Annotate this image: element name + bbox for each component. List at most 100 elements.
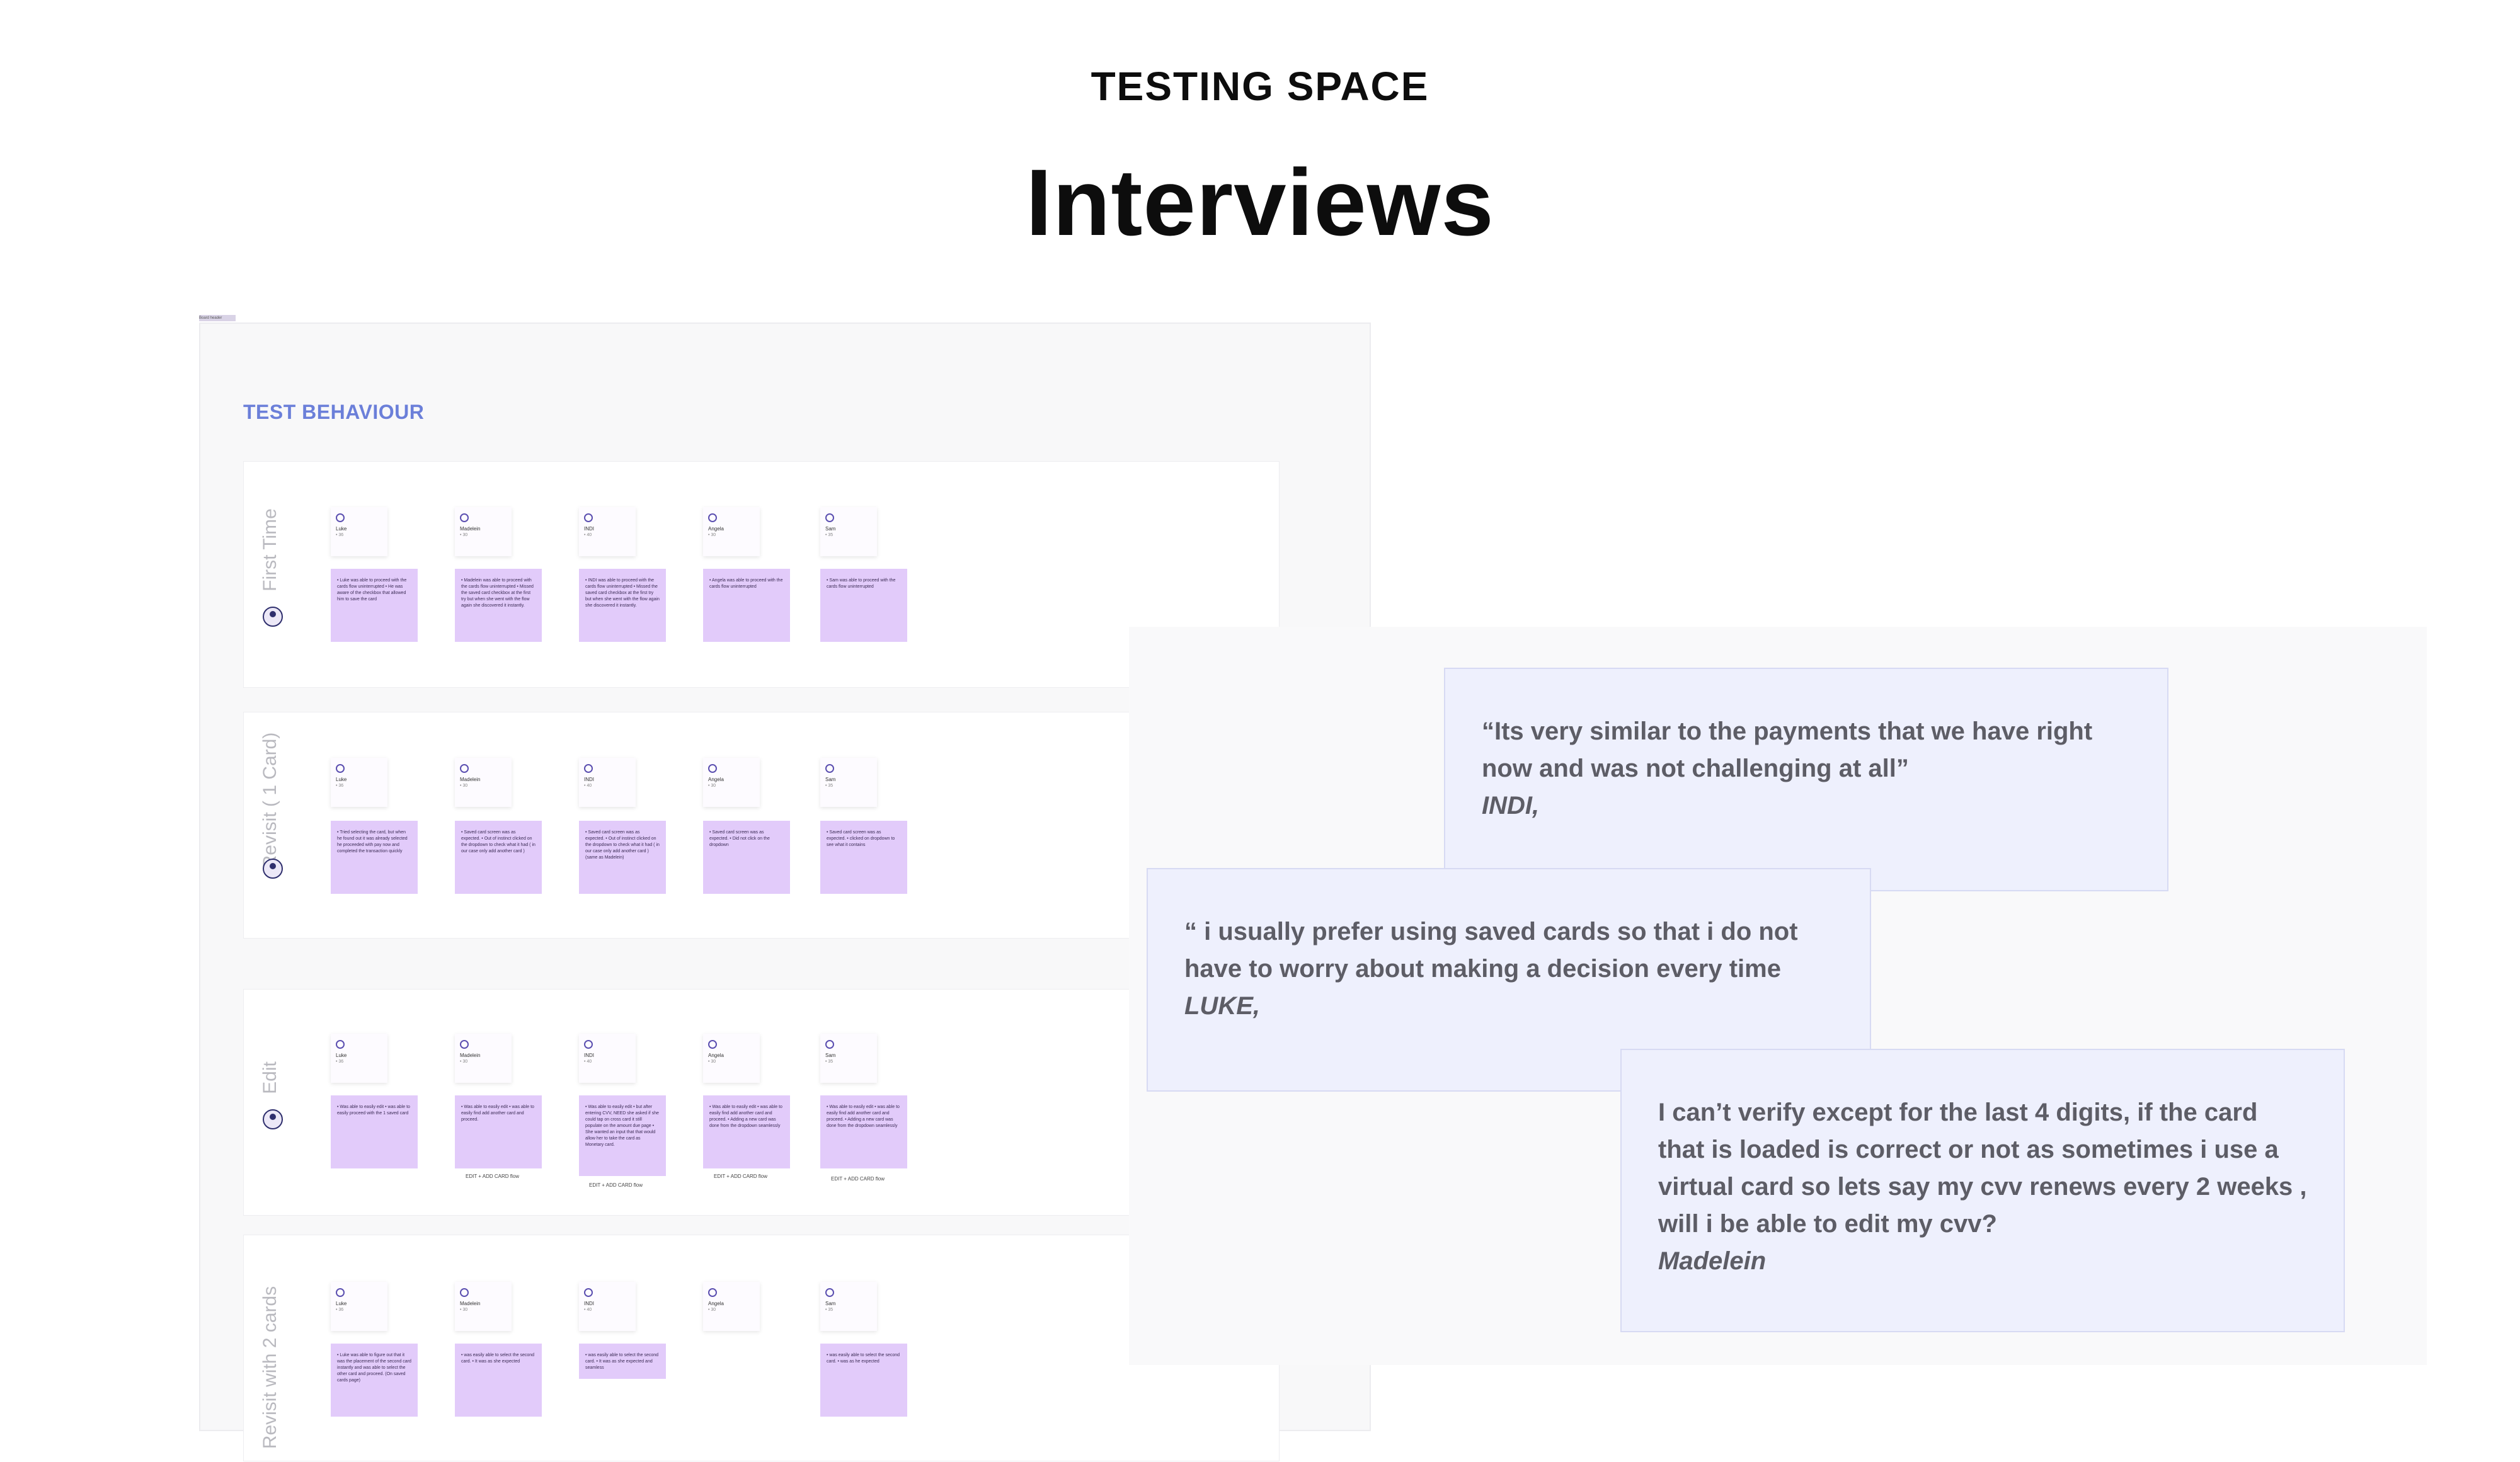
participant-name: INDI (584, 1301, 594, 1306)
participant-age: • 36 (336, 533, 344, 537)
participant-age: • 35 (825, 784, 833, 788)
sticky-note[interactable]: • Was able to easily edit • was able to … (820, 1095, 907, 1168)
participant-name: Sam (825, 1053, 836, 1058)
participant-name: Luke (336, 526, 347, 532)
participant-card[interactable]: Madelein • 30 (455, 1282, 512, 1331)
participant-card[interactable]: Luke • 36 (331, 758, 387, 807)
sticky-note[interactable]: • Tried selecting the card, but when he … (331, 821, 418, 894)
participant-name: Madelein (460, 777, 481, 782)
participant-name: INDI (584, 526, 594, 532)
participant-card[interactable]: INDI • 40 (579, 1282, 636, 1331)
participant-age: • 36 (336, 1308, 344, 1312)
flow-label: EDIT + ADD CARD flow (589, 1182, 643, 1188)
quote-text: “ i usually prefer using saved cards so … (1184, 918, 1798, 983)
participant-name: Madelein (460, 526, 481, 532)
sticky-note[interactable]: • Was able to easily edit • was able to … (703, 1095, 790, 1168)
user-icon (460, 764, 469, 773)
board-tag[interactable]: Board header (199, 315, 236, 321)
avatar-icon (263, 607, 283, 627)
user-icon (584, 764, 593, 773)
sticky-note[interactable]: • Saved card screen was as expected. • c… (820, 821, 907, 894)
participant-name: Sam (825, 777, 836, 782)
participant-card[interactable]: Madelein • 30 (455, 1034, 512, 1083)
user-icon (584, 1040, 593, 1049)
participant-name: INDI (584, 1053, 594, 1058)
user-icon (460, 513, 469, 522)
participant-card[interactable]: Angela • 30 (703, 1282, 760, 1331)
participant-card[interactable]: INDI • 40 (579, 1034, 636, 1083)
sticky-note[interactable]: • Saved card screen was as expected. • D… (703, 821, 790, 894)
participant-card[interactable]: Madelein • 30 (455, 758, 512, 807)
participant-age: • 30 (460, 1059, 468, 1064)
sticky-note[interactable]: • Luke was able to proceed with the card… (331, 569, 418, 642)
user-icon (584, 1288, 593, 1297)
participant-name: Angela (708, 526, 724, 532)
participant-name: Luke (336, 777, 347, 782)
participant-age: • 30 (708, 1308, 716, 1312)
participant-card[interactable]: INDI • 40 (579, 507, 636, 556)
sticky-note[interactable]: • was easily able to select the second c… (820, 1344, 907, 1417)
sticky-note[interactable]: • INDI was able to proceed with the card… (579, 569, 666, 642)
participant-card[interactable]: Luke • 36 (331, 1034, 387, 1083)
sticky-note[interactable]: • was easily able to select the second c… (455, 1344, 542, 1417)
user-icon (825, 1288, 834, 1297)
sticky-note[interactable]: • Luke was able to figure out that it wa… (331, 1344, 418, 1417)
participant-age: • 30 (708, 784, 716, 788)
quote-text: “Its very similar to the payments that w… (1482, 717, 2093, 782)
quotes-panel: “Its very similar to the payments that w… (1129, 627, 2427, 1365)
participant-card[interactable]: Sam • 35 (820, 1282, 877, 1331)
user-icon (825, 513, 834, 522)
quote-author: Madelein (1658, 1247, 1767, 1275)
quote-text: I can’t verify except for the last 4 dig… (1658, 1099, 2307, 1238)
participant-age: • 36 (336, 1059, 344, 1064)
participant-age: • 35 (825, 1308, 833, 1312)
participant-card[interactable]: Sam • 35 (820, 507, 877, 556)
user-icon (825, 1040, 834, 1049)
sticky-note[interactable]: • Was able to easily edit • was able to … (331, 1095, 418, 1168)
participant-card[interactable]: Luke • 36 (331, 507, 387, 556)
participant-name: Angela (708, 777, 724, 782)
sticky-note[interactable]: • Was able to easily edit • was able to … (455, 1095, 542, 1168)
board-title: TEST BEHAVIOUR (243, 401, 425, 423)
row-label: First Time (260, 508, 280, 591)
quote-card[interactable]: I can’t verify except for the last 4 dig… (1620, 1049, 2345, 1332)
participant-card[interactable]: Sam • 35 (820, 758, 877, 807)
participant-name: Luke (336, 1053, 347, 1058)
user-icon (460, 1040, 469, 1049)
flow-label: EDIT + ADD CARD flow (714, 1174, 767, 1179)
participant-name: Sam (825, 1301, 836, 1306)
row-revisit-one-card: Revisit ( 1 Card) Luke • 36 Madelein • 30 … (243, 712, 1280, 939)
sticky-note[interactable]: • Madelein was able to proceed with the … (455, 569, 542, 642)
user-icon (708, 1040, 717, 1049)
participant-card[interactable]: Luke • 36 (331, 1282, 387, 1331)
participant-age: • 30 (708, 1059, 716, 1064)
user-icon (336, 764, 345, 773)
sticky-note[interactable]: • Saved card screen was as expected. • O… (455, 821, 542, 894)
participant-name: Madelein (460, 1053, 481, 1058)
quote-card[interactable]: “Its very similar to the payments that w… (1444, 668, 2168, 891)
sticky-note[interactable]: • was easily able to select the second c… (579, 1344, 666, 1379)
participant-age: • 30 (460, 1308, 468, 1312)
user-icon (336, 513, 345, 522)
sticky-note[interactable]: • Was able to easily edit • but after en… (579, 1095, 666, 1176)
participant-card[interactable]: Angela • 30 (703, 1034, 760, 1083)
user-icon (708, 513, 717, 522)
section-kicker: TESTING SPACE (1091, 64, 1429, 109)
participant-name: Angela (708, 1053, 724, 1058)
row-label: Revisit with 2 cards (260, 1286, 280, 1449)
row-label: Edit (260, 1061, 280, 1094)
participant-card[interactable]: Madelein • 30 (455, 507, 512, 556)
row-label: Revisit ( 1 Card) (260, 732, 280, 869)
participant-card[interactable]: Angela • 30 (703, 758, 760, 807)
participant-card[interactable]: Angela • 30 (703, 507, 760, 556)
sticky-note[interactable]: • Saved card screen was as expected. • O… (579, 821, 666, 894)
participant-age: • 35 (825, 533, 833, 537)
quote-author: INDI, (1482, 792, 1540, 820)
sticky-note[interactable]: • Angela was able to proceed with the ca… (703, 569, 790, 642)
avatar-icon (263, 1109, 283, 1129)
participant-card[interactable]: Sam • 35 (820, 1034, 877, 1083)
participant-age: • 30 (460, 533, 468, 537)
participant-name: Madelein (460, 1301, 481, 1306)
participant-card[interactable]: INDI • 40 (579, 758, 636, 807)
sticky-note[interactable]: • Sam was able to proceed with the cards… (820, 569, 907, 642)
